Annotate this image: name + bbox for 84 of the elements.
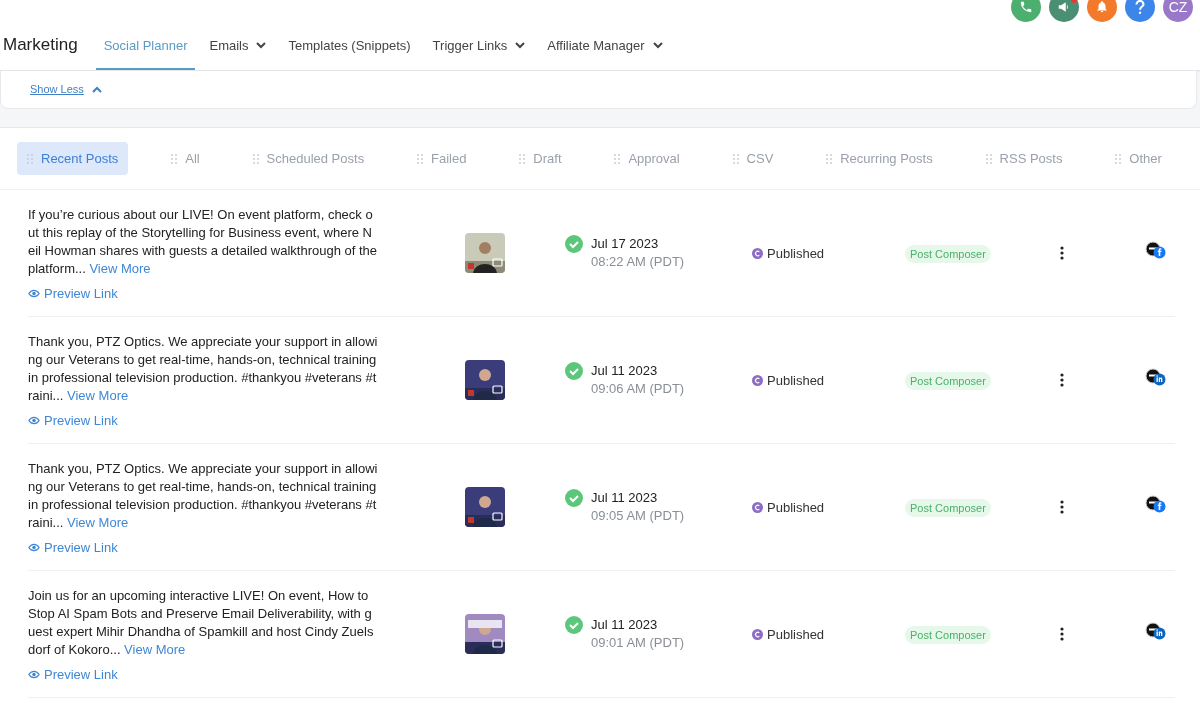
more-options-icon[interactable] — [1060, 246, 1064, 260]
announcements-button[interactable] — [1049, 0, 1079, 22]
filter-tab[interactable]: Scheduled Posts — [242, 142, 375, 175]
drag-handle-icon[interactable] — [826, 152, 833, 165]
post-date: Jul 11 2023 — [591, 362, 659, 380]
drag-handle-icon[interactable] — [519, 152, 526, 165]
check-circle-icon — [565, 616, 583, 634]
filter-tab[interactable]: Recent Posts — [17, 142, 129, 175]
phone-icon — [1019, 0, 1033, 14]
check-circle-icon — [565, 362, 583, 380]
eye-icon — [28, 415, 40, 425]
nav-tab[interactable]: Trigger Links — [424, 22, 534, 70]
source-tag: Post Composer — [905, 372, 991, 390]
drag-handle-icon[interactable] — [985, 152, 992, 165]
post-time: 09:01 AM (PDT) — [591, 634, 685, 652]
status-icon — [752, 628, 763, 640]
page-title: Marketing — [3, 35, 78, 55]
view-more-link[interactable]: View More — [67, 514, 129, 530]
filter-tab[interactable]: RSS Posts — [975, 142, 1073, 175]
drag-handle-icon[interactable] — [171, 152, 178, 165]
eye-icon — [28, 669, 40, 679]
filter-tab[interactable]: Other — [1105, 142, 1172, 175]
status-label: Published — [767, 245, 825, 261]
drag-handle-icon[interactable] — [1115, 152, 1122, 165]
eye-icon — [28, 288, 40, 298]
view-more-link[interactable]: View More — [124, 641, 186, 657]
bell-icon — [1095, 0, 1109, 14]
user-avatar[interactable]: CZ — [1163, 0, 1193, 22]
nav-tab[interactable]: Affiliate Manager — [539, 22, 671, 70]
filter-tab[interactable]: Draft — [509, 142, 572, 175]
post-text: Join us for an upcoming interactive LIVE! On event, How to Stop AI Spam Bots and Preserve Email Deliverability, with guest expert Mihir Dhandha of Spamkill and host Cindy Zuelsdorf of Kokoro... View More — [28, 586, 375, 659]
more-options-icon[interactable] — [1060, 373, 1064, 387]
check-circle-icon — [565, 235, 583, 253]
filter-tab[interactable]: All — [161, 142, 210, 175]
view-more-link[interactable]: View More — [67, 387, 129, 403]
more-options-icon[interactable] — [1060, 500, 1064, 514]
linkedin-account-icon — [1145, 368, 1167, 388]
show-less-link[interactable]: Show Less — [30, 83, 102, 95]
help-icon — [1134, 0, 1146, 14]
megaphone-icon — [1057, 0, 1071, 14]
nav-tab[interactable]: Emails — [201, 22, 275, 70]
view-more-link[interactable]: View More — [89, 260, 151, 276]
filter-tab[interactable]: CSV — [722, 142, 784, 175]
call-button[interactable] — [1011, 0, 1041, 22]
source-tag: Post Composer — [905, 626, 991, 644]
drag-handle-icon[interactable] — [27, 152, 33, 165]
preview-link[interactable]: Preview Link — [28, 539, 118, 555]
nav-tab[interactable]: Templates (Snippets) — [280, 22, 419, 70]
eye-icon — [28, 542, 40, 552]
status-icon — [752, 247, 763, 259]
status-icon — [752, 374, 763, 386]
status-label: Published — [767, 499, 825, 515]
status-label: Published — [767, 372, 825, 388]
chevron-up-icon — [91, 85, 102, 93]
post-date: Jul 11 2023 — [591, 616, 659, 634]
facebook-account-icon — [1145, 241, 1167, 261]
post-text: Thank you, PTZ Optics. We appreciate your support in allowing our Veterans to get real-time, hands-on, technical training in professional television production. #thankyou #veterans #traini... View More — [28, 332, 378, 405]
post-time: 08:22 AM (PDT) — [591, 253, 685, 271]
post-text: If you’re curious about our LIVE! On event platform, check out this replay of the Storytelling for Business event, where Neil Howman shares with guests a detailed walkthrough of the platform... View More — [28, 205, 378, 278]
filter-tab[interactable]: Failed — [407, 142, 477, 175]
help-button[interactable] — [1125, 0, 1155, 22]
source-tag: Post Composer — [905, 499, 991, 517]
preview-link[interactable]: Preview Link — [28, 285, 118, 301]
post-date: Jul 17 2023 — [591, 235, 660, 253]
notifications-button[interactable] — [1087, 0, 1117, 22]
source-tag: Post Composer — [905, 245, 991, 263]
post-time: 09:05 AM (PDT) — [591, 507, 685, 525]
more-options-icon[interactable] — [1060, 627, 1064, 641]
filter-tab[interactable]: Approval — [604, 142, 690, 175]
status-icon — [752, 501, 763, 513]
filter-tab[interactable]: Recurring Posts — [816, 142, 943, 175]
post-text: Thank you, PTZ Optics. We appreciate your support in allowing our Veterans to get real-time, hands-on, technical training in professional television production. #thankyou #veterans #traini... View More — [28, 459, 378, 532]
drag-handle-icon[interactable] — [614, 152, 621, 165]
drag-handle-icon[interactable] — [732, 152, 739, 165]
preview-link[interactable]: Preview Link — [28, 666, 118, 682]
drag-handle-icon[interactable] — [252, 152, 259, 165]
post-date: Jul 11 2023 — [591, 489, 659, 507]
linkedin-account-icon — [1145, 622, 1167, 642]
preview-link[interactable]: Preview Link — [28, 412, 118, 428]
facebook-account-icon — [1145, 495, 1167, 515]
post-time: 09:06 AM (PDT) — [591, 380, 685, 398]
drag-handle-icon[interactable] — [417, 152, 424, 165]
check-circle-icon — [565, 489, 583, 507]
status-label: Published — [767, 626, 825, 642]
